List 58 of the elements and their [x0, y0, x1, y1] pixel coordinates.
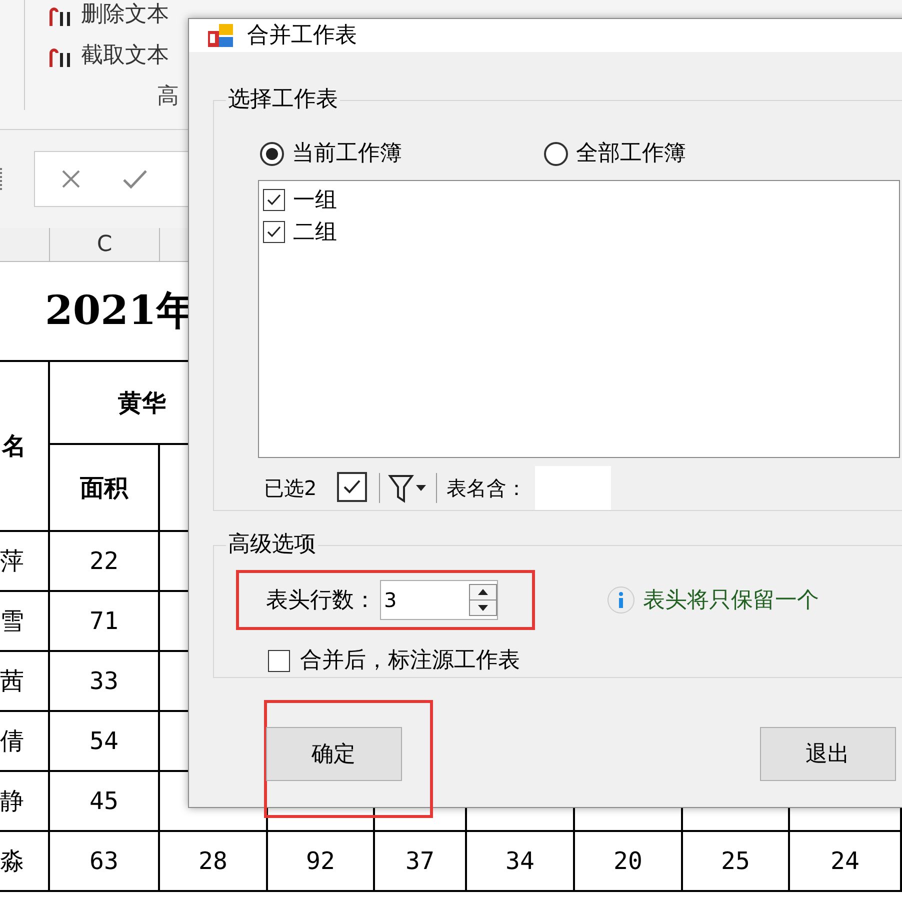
- checkbox[interactable]: [268, 650, 290, 672]
- table-cell-text: 24: [830, 846, 860, 877]
- table-cell-text: 37: [406, 846, 434, 877]
- table-cell-text: 34: [506, 846, 534, 877]
- table-cell-text: 雪: [0, 606, 24, 637]
- checkbox[interactable]: [336, 472, 367, 502]
- column-header[interactable]: C: [50, 228, 160, 261]
- table-cell-text: 倩: [0, 726, 24, 757]
- table-cell-text: 静: [0, 786, 24, 817]
- selected-count: 已选2: [264, 475, 317, 502]
- radio-button[interactable]: [260, 142, 284, 166]
- ribbon-button[interactable]: 删除文本: [47, 0, 179, 31]
- table-cell-text: 71: [90, 606, 118, 637]
- check-icon: [266, 224, 282, 240]
- filter-button[interactable]: [388, 473, 426, 503]
- filter-label: 表名含：: [446, 475, 527, 502]
- filter-field[interactable]: [534, 466, 611, 510]
- table-cell-text: 54: [90, 726, 118, 757]
- table-cell-text: 92: [306, 846, 335, 877]
- info-icon: [607, 586, 635, 614]
- table-cell-text: 淼: [0, 846, 24, 877]
- table-cell-text: 28: [198, 846, 228, 877]
- ribbon-button[interactable]: 截取文本: [47, 39, 179, 72]
- spinner-icon[interactable]: [469, 584, 497, 616]
- table-cell-text: 63: [90, 846, 118, 877]
- filter-icon: [388, 473, 414, 503]
- table-cell-text: 25: [721, 846, 750, 877]
- close-icon[interactable]: [60, 168, 82, 190]
- table-cell-text: 茜: [0, 666, 24, 697]
- grip-icon: [0, 168, 4, 190]
- table-cell-text: 萍: [0, 546, 24, 577]
- group-label: 高: [157, 83, 179, 111]
- hint-text: 表头将只保留一个: [643, 586, 819, 614]
- table-cell-text: 22: [90, 546, 118, 577]
- checkbox[interactable]: [263, 189, 285, 211]
- radio-option[interactable]: 当前工作簿: [260, 137, 402, 170]
- table-cell-text: 20: [614, 846, 642, 877]
- app-icon: [207, 22, 235, 50]
- table-cell-text: 45: [90, 786, 118, 817]
- checkbox-option[interactable]: 合并后，标注源工作表: [268, 644, 902, 677]
- table-header: 黄华: [118, 388, 166, 418]
- checkbox[interactable]: [263, 221, 285, 243]
- dialog-button[interactable]: 退出: [760, 727, 896, 781]
- sheet-list[interactable]: 一组 二组: [258, 180, 900, 458]
- radio-option[interactable]: 全部工作簿: [544, 137, 686, 170]
- list-item[interactable]: 二组: [263, 216, 899, 248]
- table-header: 名: [2, 431, 26, 462]
- caret-icon: [416, 484, 426, 492]
- field-label: 表头行数：: [266, 586, 376, 614]
- window-title: 合并工作表: [247, 22, 357, 50]
- dialog-button[interactable]: 确定: [266, 727, 402, 781]
- number-field[interactable]: 3: [380, 580, 498, 620]
- table-header: 面积: [80, 472, 128, 504]
- list-item[interactable]: 一组: [263, 184, 899, 216]
- radio-button[interactable]: [544, 142, 568, 166]
- table-cell-text: 33: [90, 666, 118, 697]
- check-icon: [266, 192, 282, 208]
- check-icon[interactable]: [122, 168, 148, 190]
